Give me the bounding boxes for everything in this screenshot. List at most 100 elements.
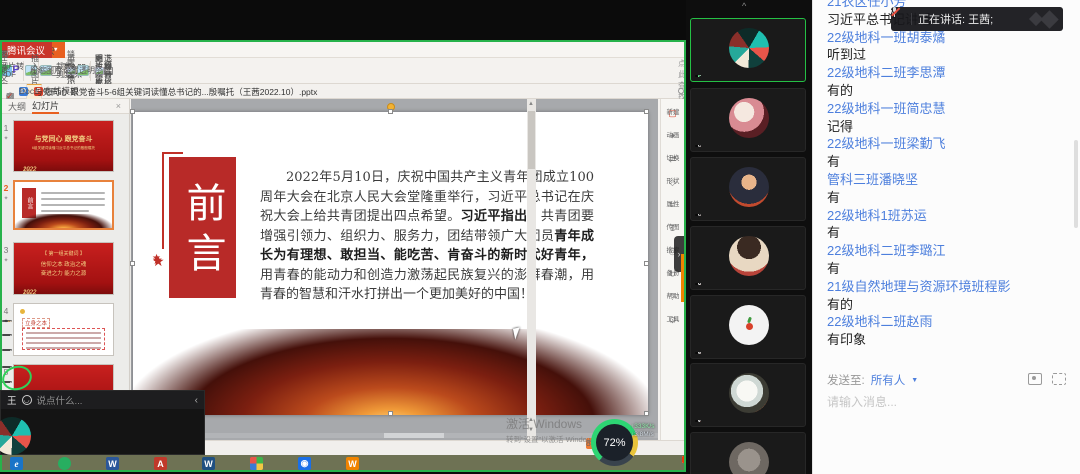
download-speed: ↓3.8M/s: [631, 431, 655, 439]
chat-sender: 22级地科二班赵雨: [827, 313, 1073, 331]
resize-handle-bottom[interactable]: [388, 411, 393, 416]
vertical-scrollbar[interactable]: ▲ ▲ ▼: [527, 99, 536, 440]
slide-thumbnail-3[interactable]: 【 第一组关键词 】 信仰之本 政治之魂 奋进之力 能力之源 19222022: [13, 242, 114, 295]
avatar: [729, 442, 769, 474]
mic-muted-icon: [898, 14, 905, 24]
avatar: [729, 28, 769, 68]
taskbar-docs-icon[interactable]: [250, 457, 263, 470]
close-panel-icon[interactable]: ×: [116, 101, 121, 111]
chat-message: 有: [827, 224, 1073, 242]
resize-handle-right[interactable]: [644, 261, 649, 266]
danmaku-message: 22级地科1班苏运：有: [2, 334, 12, 336]
animation-indicator-icon: ✦: [1, 257, 11, 264]
chat-sender: 22级地科一班梁勤飞: [827, 135, 1073, 153]
avatar: [729, 236, 769, 276]
participant-tile-sharer[interactable]: 王茜的屏幕共享: [690, 18, 806, 82]
participant-tile[interactable]: 地科3班王杨丽: [690, 363, 806, 427]
slide-title-preface: 前言: [169, 157, 236, 298]
meeting-logo-icon: [1040, 10, 1058, 28]
speaking-indicator-overlay[interactable]: 正在讲话: 王茜;: [891, 7, 1063, 31]
self-avatar: [0, 417, 31, 455]
avatar: [729, 98, 769, 138]
outline-tab[interactable]: 大纲: [8, 100, 26, 113]
animation-indicator-icon: ✦: [1, 135, 11, 142]
resize-handle-top[interactable]: [388, 109, 393, 114]
participant-video-column: ^ 王茜的屏幕共享 21工程管理晨忠倩 20级管理科学班杨远龙 农区1班26罗镜…: [686, 0, 812, 474]
avatar: [729, 167, 769, 207]
slide-number: 1: [1, 123, 11, 133]
sunrise-glow-graphic: [133, 329, 648, 415]
chat-panel: 21农区任小芳 习近平总书记讲话 22级地科一班胡泰燏 听到过 22级地科二班李…: [812, 0, 1080, 474]
slide-number: 3: [1, 245, 11, 255]
screenshot-icon[interactable]: [1052, 373, 1066, 385]
participant-tile[interactable]: 管科吴沛丽: [690, 295, 806, 359]
chat-sender: 22级地科二班李璐江: [827, 242, 1073, 260]
chat-sender: 管科三班潘晓坚: [827, 171, 1073, 189]
collapse-panel-icon[interactable]: ^: [742, 1, 746, 11]
resize-handle-topleft[interactable]: [130, 109, 135, 114]
chat-message: 听到过: [827, 46, 1073, 64]
danmaku-message: 22级地科二班李璐江：有: [2, 349, 12, 351]
send-to-selector[interactable]: 所有人: [871, 372, 906, 388]
chat-sender: 22级地科二班李思潭: [827, 64, 1073, 82]
self-name-label: 王: [7, 393, 17, 407]
windows-taskbar: e W A W ◉ W S 中'☺✎♦▦: [0, 455, 686, 472]
quick-access-and-doc-tabs: ▤ ▦ ⎙ ▥ ↶ ↷ ✓ DDocer-在线模板× P与党同心 跟党奋斗5-6…: [0, 84, 684, 99]
participant-tile[interactable]: 21工程管理晨忠倩: [690, 88, 806, 152]
scrollbar-thumb[interactable]: [528, 111, 535, 169]
resize-handle-bottomright[interactable]: [644, 411, 649, 416]
chat-sender: 22级地科一班胡泰燏: [827, 29, 1073, 47]
chat-message: 有的: [827, 82, 1073, 100]
chat-input[interactable]: 请输入消息...: [827, 393, 897, 410]
taskbar-word-icon[interactable]: W: [106, 457, 119, 470]
chat-message: 有: [827, 153, 1073, 171]
participant-tile[interactable]: 20级管理科学班杨远龙: [690, 157, 806, 221]
chat-sender: 21级自然地理与资源环境班程影: [827, 278, 1073, 296]
taskbar-pdf-icon[interactable]: A: [154, 457, 167, 470]
danmaku-input[interactable]: 说点什么...: [37, 393, 83, 407]
slide-number: 2: [1, 183, 11, 193]
taskbar-wps-icon[interactable]: W: [202, 457, 215, 470]
chat-message: 有: [827, 189, 1073, 207]
send-to-label: 发送至:: [827, 372, 865, 388]
slides-tab[interactable]: 幻灯片: [32, 99, 59, 114]
slide-body-text: 2022年5月10日，庆祝中国共产主义青年团成立100周年大会在北京人民大会堂隆…: [260, 168, 594, 305]
slide-editing-canvas: 前言 ★★★ 2022年5月10日，庆祝中国共产主义青年团成立100周年大会在北…: [131, 99, 658, 440]
slide-thumbnail-2-selected[interactable]: 前言: [13, 180, 114, 230]
emoji-icon[interactable]: ◡: [22, 395, 32, 405]
network-monitor-gauge[interactable]: 72% ↑333K/s↓3.8M/s: [591, 419, 638, 466]
taskbar-app-icon[interactable]: [58, 457, 71, 470]
chat-message: 有的: [827, 296, 1073, 314]
current-slide[interactable]: 前言 ★★★ 2022年5月10日，庆祝中国共产主义青年团成立100周年大会在北…: [133, 112, 648, 415]
avatar: [729, 305, 769, 345]
chat-message: 有: [827, 260, 1073, 278]
windows-activation-watermark: 激活 Windows 转到“设置”以激活 Windows。: [506, 415, 604, 445]
resize-handle-topright[interactable]: [644, 109, 649, 114]
chevron-left-icon[interactable]: ‹: [195, 395, 198, 406]
cpu-percent: 72%: [596, 424, 633, 461]
chat-sender: 22级地科一班简忠慧: [827, 100, 1073, 118]
chat-message: 记得: [827, 118, 1073, 136]
danmaku-message: 管科三班潘晓坚：有: [2, 320, 12, 322]
taskbar-meeting-icon[interactable]: ◉: [298, 457, 311, 470]
taskbar-wps-office-icon[interactable]: W: [346, 457, 359, 470]
speaking-text: 正在讲话: 王茜;: [918, 11, 993, 27]
screen: WPS 演示▾ 开始 插入 设计 动画 幻灯片放映 审阅 视图 开发工具 图片工…: [0, 0, 1080, 474]
avatar: [729, 373, 769, 413]
self-view-window[interactable]: 王 ◡ 说点什么... ‹: [0, 390, 205, 455]
participant-tile[interactable]: 农区1班26罗镜: [690, 226, 806, 290]
chat-message: 有印象: [827, 331, 1073, 349]
upload-speed: ↑333K/s: [631, 423, 655, 431]
chat-sender: 22级地科1班苏运: [827, 207, 1073, 225]
animation-indicator-icon: ✦: [1, 195, 11, 202]
taskbar-browser-icon[interactable]: e: [10, 457, 23, 470]
chat-scrollbar[interactable]: [1074, 140, 1078, 228]
participant-tile[interactable]: [690, 432, 806, 474]
slide-thumbnail-4[interactable]: 立身之本: [13, 303, 114, 356]
chevron-down-icon: ▼: [911, 377, 918, 384]
chat-message-list: 21农区任小芳 习近平总书记讲话 22级地科一班胡泰燏 听到过 22级地科二班李…: [827, 0, 1073, 349]
slide-number: 4: [1, 306, 11, 316]
picture-tools-ribbon: 图片转文字 P图片转PDF 插入图片▾ 压缩图片 裁剪▾ 高度: −19.05厘…: [0, 58, 684, 84]
resize-handle-left[interactable]: [130, 261, 135, 266]
slide-thumbnail-1[interactable]: 与党同心 跟党奋斗 6组关键词读懂习近平总书记的殷殷嘱托 19222022: [13, 120, 114, 172]
